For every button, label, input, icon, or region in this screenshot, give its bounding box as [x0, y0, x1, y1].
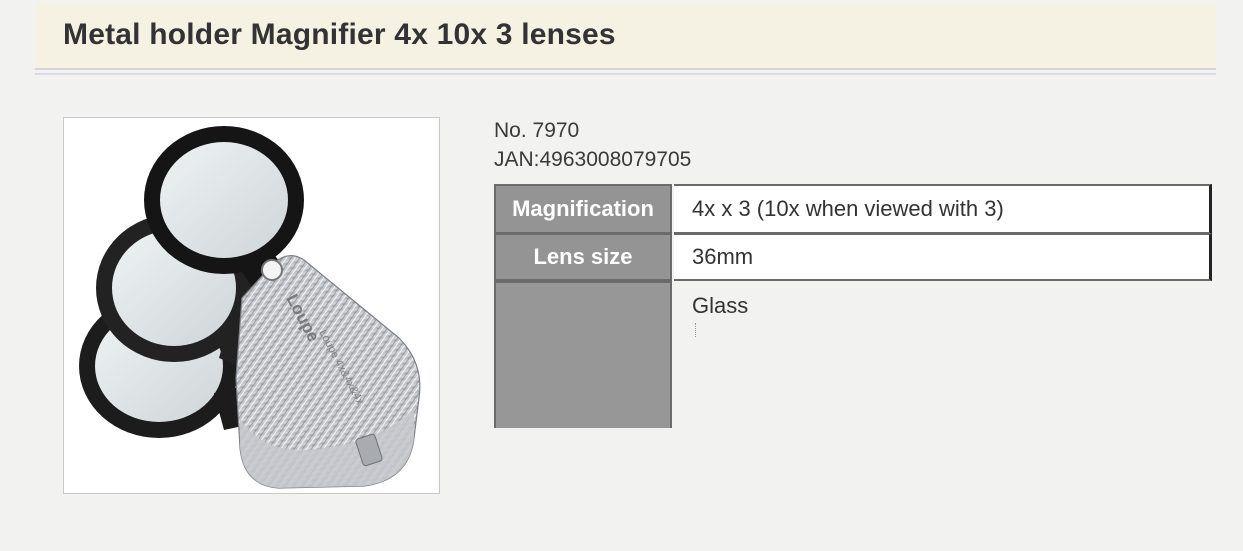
- jan-code: JAN:4963008079705: [494, 148, 692, 171]
- title-bar: Metal holder Magnifier 4x 10x 3 lenses: [35, 2, 1216, 70]
- product-number: No. 7970: [494, 119, 580, 142]
- dotted-marker: [695, 323, 698, 337]
- spec-label-lens-size: Lens size: [494, 233, 672, 281]
- spec-value-lens-size: 36mm: [674, 233, 1212, 281]
- spec-label-material: [494, 281, 672, 428]
- folding-loupe-magnifier-photo-icon: Loupe Loupe 4x&4x&4x: [79, 126, 421, 489]
- spec-label-magnification: Magnification: [494, 184, 672, 234]
- product-image: Loupe Loupe 4x&4x&4x: [63, 117, 440, 494]
- spec-value-material: Glass: [692, 293, 749, 318]
- table-row: Magnification 4x x 3 (10x when viewed wi…: [494, 184, 1212, 234]
- table-row: Lens size 36mm: [494, 233, 1212, 281]
- header-divider: [35, 73, 1216, 75]
- page-title: Metal holder Magnifier 4x 10x 3 lenses: [63, 18, 616, 51]
- spec-value-magnification: 4x x 3 (10x when viewed with 3): [674, 184, 1212, 234]
